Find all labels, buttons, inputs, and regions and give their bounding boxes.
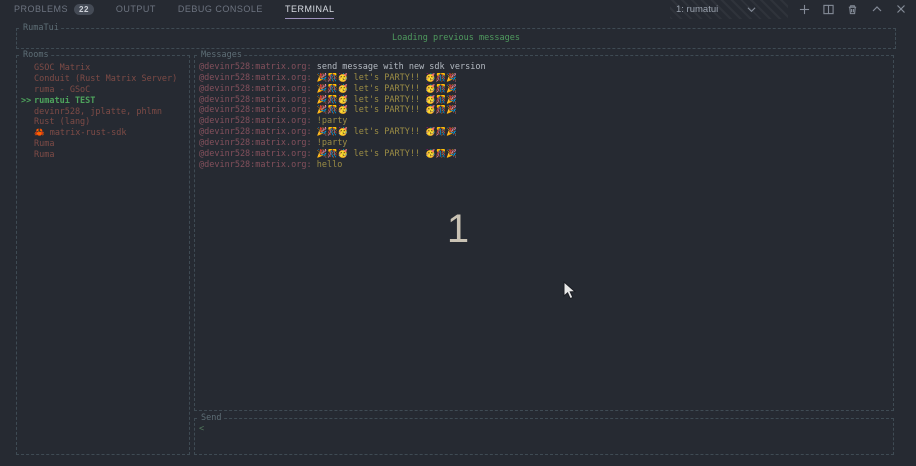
message-sender: @devinr528:matrix.org: [199, 95, 312, 105]
tab-output-label: OUTPUT [116, 4, 156, 14]
message-body: 🎉🎊🥳 let's PARTY!! 🥳🎊🎉 [317, 84, 457, 94]
room-list-item[interactable]: Ruma [19, 150, 187, 161]
message-list: @devinr528:matrix.org: send message with… [199, 62, 890, 170]
room-name: ruma - GSoC [34, 85, 90, 95]
message-sender: @devinr528:matrix.org: [199, 62, 312, 72]
tab-output[interactable]: OUTPUT [116, 1, 156, 17]
send-panel[interactable]: Send < [194, 418, 894, 455]
room-list-item[interactable]: devinr528, jplatte, phlmn [19, 107, 187, 118]
room-name: Ruma [34, 139, 54, 149]
send-panel-title: Send [199, 413, 223, 423]
message-body: 🎉🎊🥳 let's PARTY!! 🥳🎊🎉 [317, 105, 457, 115]
rooms-panel: Rooms GSOC Matrix Conduit (Rust Matrix S… [16, 55, 190, 455]
message-body: !party [317, 138, 348, 148]
message-sender: @devinr528:matrix.org: [199, 127, 312, 137]
problems-count-badge: 22 [74, 4, 94, 15]
room-list-item[interactable]: Conduit (Rust Matrix Server) [19, 74, 187, 85]
room-name: Ruma [34, 150, 54, 160]
rooms-panel-title: Rooms [21, 50, 51, 60]
maximize-panel-chevron-up-icon[interactable] [869, 2, 884, 17]
terminal-instance-select[interactable]: 1: rumatui [670, 0, 788, 19]
room-name: devinr528, jplatte, phlmn [34, 107, 162, 117]
room-name: 🦀 matrix-rust-sdk [34, 128, 126, 138]
room-list-item[interactable]: Rust (lang) [19, 117, 187, 128]
room-list-item[interactable]: ruma - GSoC [19, 85, 187, 96]
loading-status-text: Loading previous messages [17, 33, 895, 43]
mouse-cursor [563, 281, 577, 306]
message-body: 🎉🎊🥳 let's PARTY!! 🥳🎊🎉 [317, 95, 457, 105]
message-row: @devinr528:matrix.org: 🎉🎊🥳 let's PARTY!!… [199, 84, 890, 95]
message-body: hello [317, 160, 343, 170]
terminal-instance-label: 1: rumatui [676, 4, 718, 15]
close-panel-icon[interactable] [893, 2, 908, 17]
room-list-item[interactable]: Ruma [19, 139, 187, 150]
message-row: @devinr528:matrix.org: 🎉🎊🥳 let's PARTY!!… [199, 95, 890, 106]
terminal-controls: 1: rumatui [670, 0, 908, 18]
tab-debug-console-label: DEBUG CONSOLE [178, 4, 263, 14]
send-input-prompt: < [199, 424, 204, 434]
room-list-item[interactable]: GSOC Matrix [19, 63, 187, 74]
message-row: @devinr528:matrix.org: !party [199, 116, 890, 127]
messages-panel: Messages @devinr528:matrix.org: send mes… [194, 55, 894, 411]
room-list-item[interactable]: 🦀 matrix-rust-sdk [19, 128, 187, 139]
message-body: 🎉🎊🥳 let's PARTY!! 🥳🎊🎉 [317, 73, 457, 83]
message-sender: @devinr528:matrix.org: [199, 105, 312, 115]
kill-terminal-trash-icon[interactable] [845, 2, 860, 17]
message-row: @devinr528:matrix.org: 🎉🎊🥳 let's PARTY!!… [199, 127, 890, 138]
message-sender: @devinr528:matrix.org: [199, 160, 312, 170]
message-row: @devinr528:matrix.org: send message with… [199, 62, 890, 73]
tab-terminal-label: TERMINAL [285, 4, 335, 14]
message-row: @devinr528:matrix.org: 🎉🎊🥳 let's PARTY!!… [199, 149, 890, 160]
tab-problems-label: PROBLEMS [14, 4, 68, 14]
room-name: rumatui TEST [34, 96, 95, 106]
message-row: @devinr528:matrix.org: 🎉🎊🥳 let's PARTY!!… [199, 73, 890, 84]
message-row: @devinr528:matrix.org: hello [199, 160, 890, 171]
message-sender: @devinr528:matrix.org: [199, 84, 312, 94]
room-list: GSOC Matrix Conduit (Rust Matrix Server)… [19, 63, 187, 161]
tab-problems[interactable]: PROBLEMS 22 [14, 1, 94, 17]
message-body: send message with new sdk version [317, 62, 486, 72]
rumatui-header-box: RumaTui Loading previous messages [16, 28, 896, 49]
message-body: !party [317, 116, 348, 126]
message-sender: @devinr528:matrix.org: [199, 149, 312, 159]
messages-panel-title: Messages [199, 50, 244, 60]
panel-tabs: PROBLEMS 22 OUTPUT DEBUG CONSOLE TERMINA… [14, 1, 334, 17]
message-sender: @devinr528:matrix.org: [199, 116, 312, 126]
panel-tab-bar: PROBLEMS 22 OUTPUT DEBUG CONSOLE TERMINA… [0, 0, 916, 18]
new-terminal-icon[interactable] [797, 2, 812, 17]
room-name: GSOC Matrix [34, 63, 90, 73]
message-sender: @devinr528:matrix.org: [199, 138, 312, 148]
room-name: Rust (lang) [34, 117, 90, 127]
message-row: @devinr528:matrix.org: 🎉🎊🥳 let's PARTY!!… [199, 105, 890, 116]
room-name: Conduit (Rust Matrix Server) [34, 74, 177, 84]
tab-debug-console[interactable]: DEBUG CONSOLE [178, 1, 263, 17]
message-body: 🎉🎊🥳 let's PARTY!! 🥳🎊🎉 [317, 127, 457, 137]
chevron-down-icon [744, 2, 759, 17]
message-row: @devinr528:matrix.org: !party [199, 138, 890, 149]
message-body: 🎉🎊🥳 let's PARTY!! 🥳🎊🎉 [317, 149, 457, 159]
rumatui-title: RumaTui [21, 23, 61, 33]
tab-terminal[interactable]: TERMINAL [285, 3, 335, 19]
selected-room-marker: >> [21, 96, 34, 107]
keystroke-overlay: 1 [443, 207, 473, 252]
split-terminal-icon[interactable] [821, 2, 836, 17]
room-list-item[interactable]: >>rumatui TEST [19, 96, 187, 107]
message-sender: @devinr528:matrix.org: [199, 73, 312, 83]
